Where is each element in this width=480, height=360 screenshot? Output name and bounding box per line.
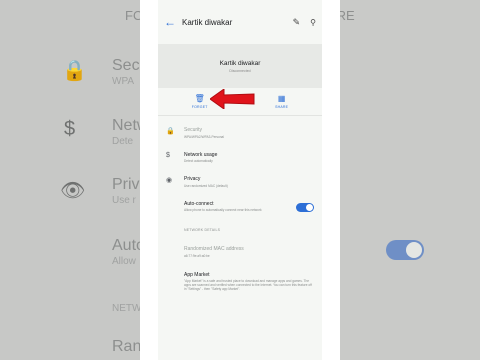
bg-privacy-label: Priva <box>112 176 140 193</box>
dollar-icon: $ <box>64 118 76 140</box>
forget-label: FORGET <box>191 105 208 109</box>
network-usage-subtitle: Detect automatically <box>184 159 213 163</box>
app-market-title: App Market <box>184 271 210 278</box>
lock-icon: 🔒 <box>62 60 87 82</box>
share-label: SHARE <box>275 105 289 109</box>
bg-top-left-label: FO <box>125 8 140 23</box>
bg-auto-sub: Allow <box>112 256 136 267</box>
eye-icon: ◉ <box>166 177 173 184</box>
bg-privacy-sub: Use r <box>112 195 136 206</box>
bg-netw-label: NETW <box>112 303 140 314</box>
red-arrow-annotation <box>210 89 255 109</box>
app-market-text: "App Market" is a safe and trusted place… <box>184 279 312 291</box>
network-usage-row[interactable]: $ Network usage Detect automatically <box>158 152 322 164</box>
dollar-icon: $ <box>166 151 170 159</box>
forget-button[interactable]: 🗑 FORGET <box>192 94 208 109</box>
app-bar: ← Kartik diwakar ✎ ⚲ <box>158 0 322 44</box>
share-button[interactable]: ▦ SHARE <box>275 94 288 109</box>
auto-connect-title: Auto-connect <box>184 200 214 207</box>
mac-address-value: a6:77:9e:a9:a0:be <box>184 253 210 258</box>
auto-connect-toggle[interactable] <box>296 202 314 212</box>
network-name: Kartik diwakar <box>219 59 261 67</box>
bg-rand-label: Rand <box>112 338 140 355</box>
mac-address-row[interactable]: Randomized MAC address a6:77:9e:a9:a0:be <box>158 246 322 258</box>
back-arrow-icon[interactable]: ← <box>164 15 182 29</box>
mac-address-title: Randomized MAC address <box>184 246 244 252</box>
network-details-header: NETWORK DETAILS <box>184 228 221 232</box>
qr-code-icon: ▦ <box>277 94 286 103</box>
page-title: Kartik diwakar <box>182 17 233 27</box>
phone-screen: ← Kartik diwakar ✎ ⚲ Kartik diwakar Disc… <box>158 0 322 360</box>
privacy-subtitle: Use randomized MAC (default) <box>184 183 228 188</box>
lock-icon: 🔒 <box>166 128 175 135</box>
bg-security-sub: WPA <box>112 76 135 87</box>
auto-connect-subtitle: Allow phone to automatically connect nea… <box>184 208 262 212</box>
network-status: Disconnected <box>229 68 251 73</box>
background-left: FO 🔒 Secu WPA $ Netw Dete 👁 Priva Use r … <box>0 0 140 360</box>
app-market-row: App Market "App Market" is a safe and tr… <box>158 272 322 292</box>
bg-auto-label: Auto <box>112 237 140 254</box>
bg-toggle <box>386 240 424 260</box>
search-icon[interactable]: ⚲ <box>310 18 316 27</box>
auto-connect-row[interactable]: Auto-connect Allow phone to automaticall… <box>158 200 322 212</box>
edit-icon[interactable]: ✎ <box>293 17 301 28</box>
privacy-title: Privacy <box>184 176 201 182</box>
security-subtitle: WPA/WPA2/WPA3-Personal <box>184 134 225 139</box>
network-usage-title: Network usage <box>184 151 218 158</box>
background-right: ARE <box>340 0 480 360</box>
security-row[interactable]: 🔒 Security WPA/WPA2/WPA3-Personal <box>158 127 322 139</box>
bg-network-sub: Dete <box>112 136 134 147</box>
network-header: Kartik diwakar Disconnected <box>158 44 322 88</box>
bg-security-label: Secu <box>112 57 140 74</box>
bg-top-right-label: ARE <box>340 8 355 23</box>
privacy-row[interactable]: ◉ Privacy Use randomized MAC (default) <box>158 176 322 188</box>
eye-icon: 👁 <box>60 180 86 202</box>
bg-network-label: Netw <box>112 117 140 134</box>
trash-icon: 🗑 <box>194 94 205 103</box>
security-title: Security <box>184 127 203 133</box>
